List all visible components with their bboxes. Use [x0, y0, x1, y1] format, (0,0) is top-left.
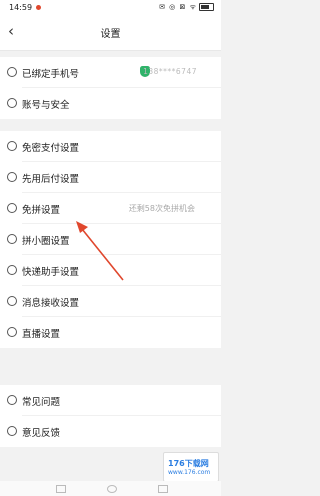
system-nav-bar [0, 481, 221, 496]
annotation-arrow-icon [76, 221, 124, 281]
back-icon [158, 485, 168, 493]
watermark-logo: 176下载网 www.176.com [163, 452, 219, 482]
menu-icon [56, 485, 66, 493]
home-icon [107, 485, 117, 493]
